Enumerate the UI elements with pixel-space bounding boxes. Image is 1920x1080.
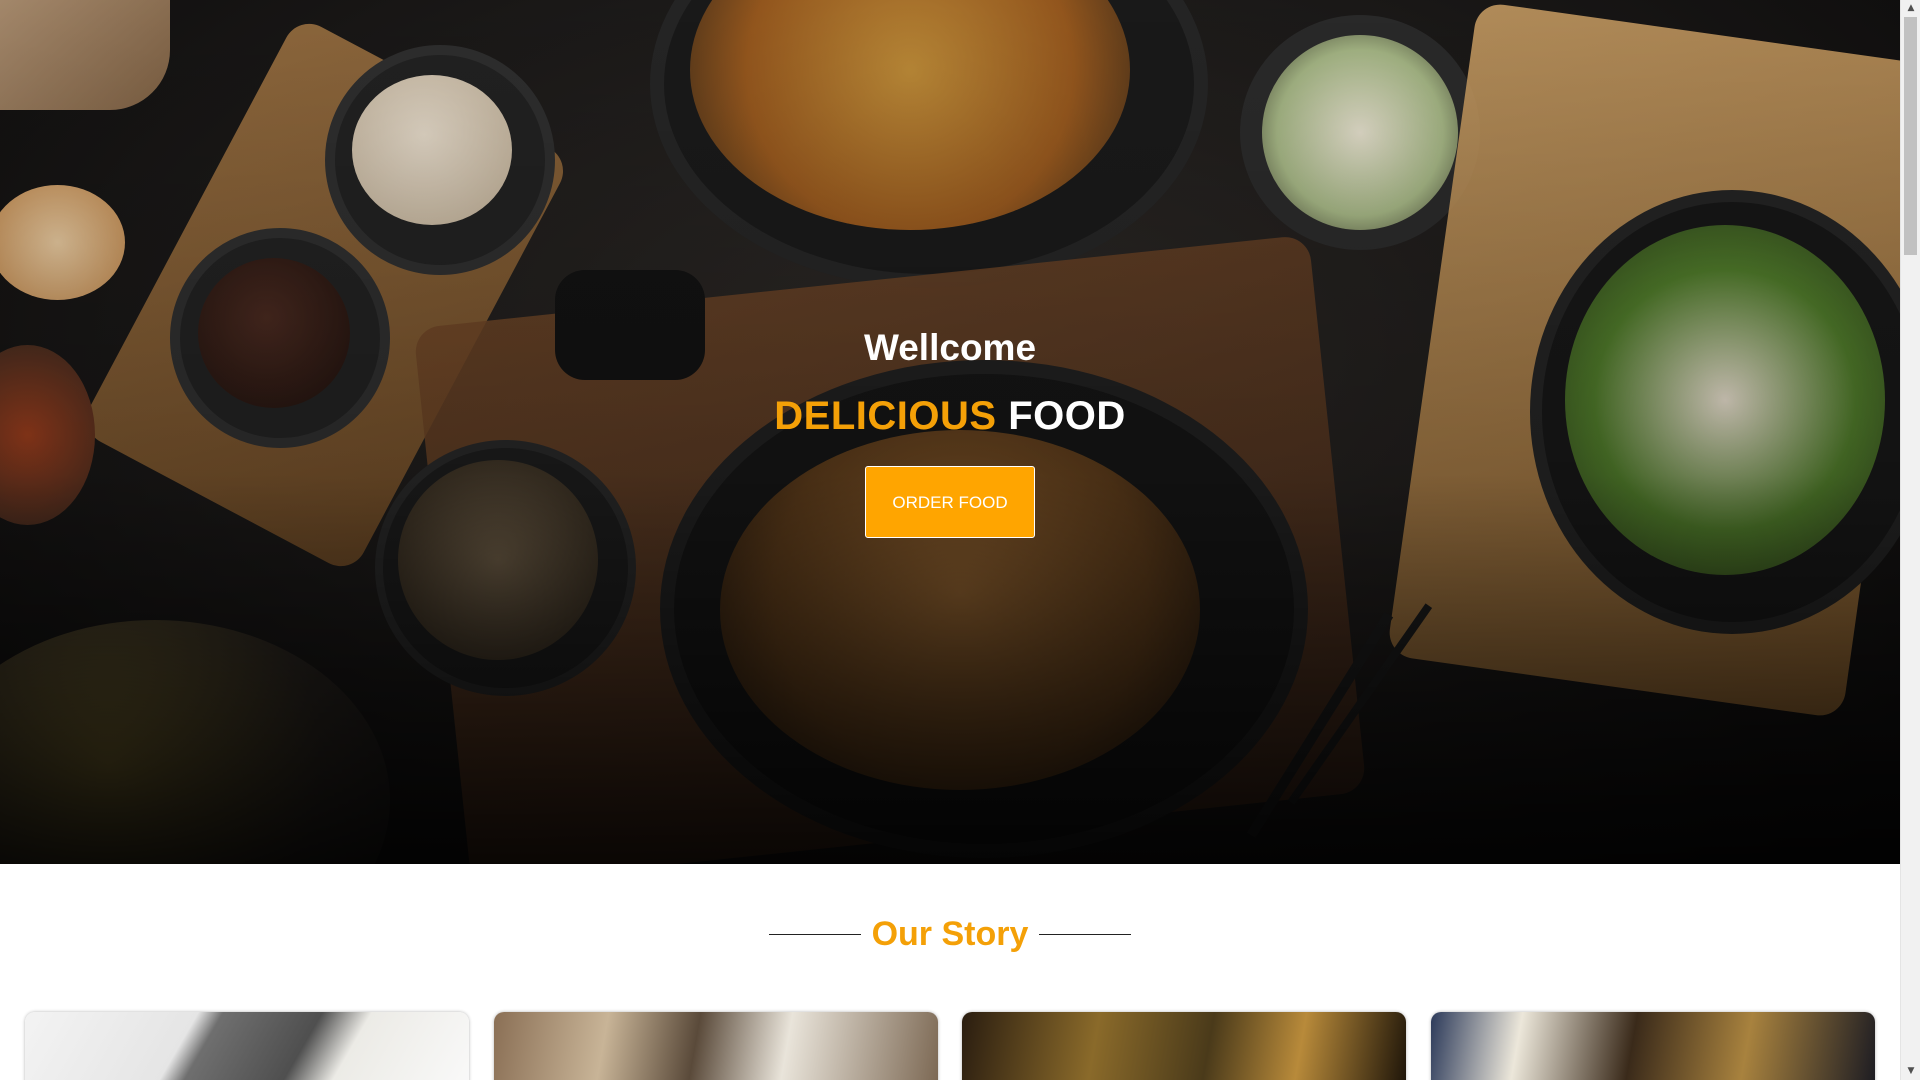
scroll-down-icon[interactable]: ▼	[1901, 1063, 1920, 1080]
story-card-image[interactable]	[25, 1012, 469, 1080]
scroll-up-icon[interactable]: ▲	[1901, 0, 1920, 17]
hero-section: Wellcome DELICIOUS FOOD ORDER FOOD	[0, 0, 1900, 864]
order-food-button[interactable]: ORDER FOOD	[865, 466, 1035, 538]
story-cards	[25, 1012, 1875, 1080]
headline-accent-word: DELICIOUS	[774, 394, 997, 438]
heading-divider-left	[768, 933, 861, 935]
story-heading: Our Story	[0, 912, 1900, 956]
headline-plain-word: FOOD	[1008, 394, 1126, 438]
story-card-image[interactable]	[962, 1012, 1406, 1080]
hero-welcome-text: Wellcome	[863, 327, 1037, 368]
page-scrollbar[interactable]: ▲ ▼	[1900, 0, 1920, 1080]
story-title: Our Story	[871, 915, 1029, 953]
heading-divider-right	[1039, 933, 1132, 935]
hero-content: Wellcome DELICIOUS FOOD ORDER FOOD	[0, 322, 1900, 538]
scrollbar-thumb[interactable]	[1904, 17, 1917, 255]
story-card-image[interactable]	[1431, 1012, 1875, 1080]
hero-headline: DELICIOUS FOOD	[0, 388, 1900, 444]
story-card-image[interactable]	[494, 1012, 938, 1080]
page: Wellcome DELICIOUS FOOD ORDER FOOD Our S…	[0, 0, 1900, 1080]
